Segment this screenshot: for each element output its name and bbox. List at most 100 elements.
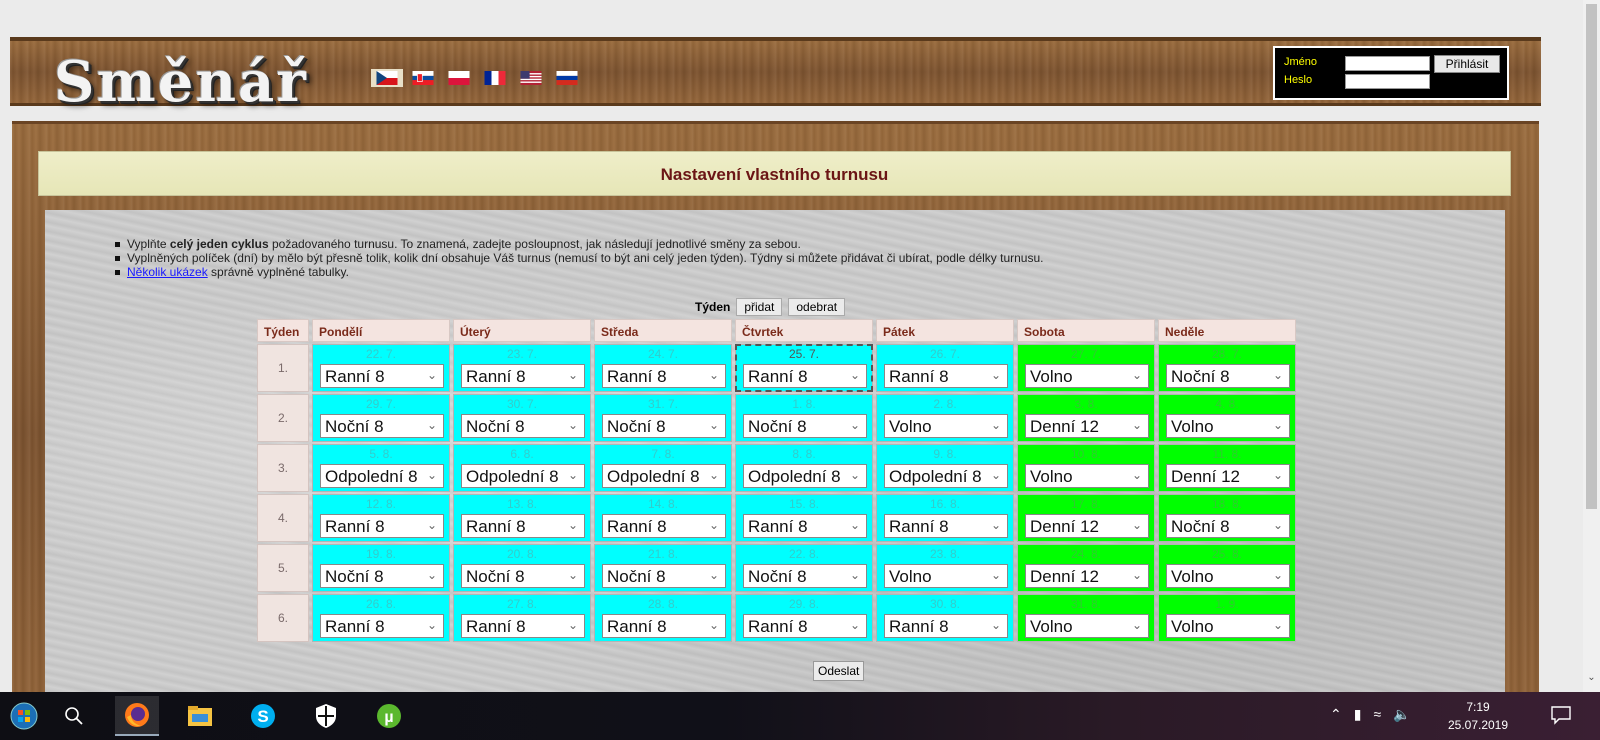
shift-select[interactable]: Noční 8 ⌄ xyxy=(320,414,444,438)
shift-select[interactable]: Ranní 8 ⌄ xyxy=(320,514,444,538)
shift-select[interactable]: Volno ⌄ xyxy=(1166,614,1290,638)
volume-icon[interactable]: 🔈 xyxy=(1393,706,1410,723)
day-date: 4. 8. xyxy=(1215,397,1239,411)
svg-text:µ: µ xyxy=(384,709,393,726)
shift-select[interactable]: Denní 12 ⌄ xyxy=(1025,514,1149,538)
scrollbar-thumb[interactable] xyxy=(1586,4,1597,509)
scroll-down-arrow-icon[interactable]: ⌄ xyxy=(1583,672,1600,686)
day-cell: 11. 8. Denní 12 ⌄ xyxy=(1158,444,1296,492)
shift-select[interactable]: Odpolední 8 ⌄ xyxy=(884,464,1008,488)
shift-select[interactable]: Odpolední 8 ⌄ xyxy=(320,464,444,488)
shift-select[interactable]: Ranní 8 ⌄ xyxy=(884,614,1008,638)
shift-select[interactable]: Noční 8 ⌄ xyxy=(743,414,867,438)
shift-select[interactable]: Volno ⌄ xyxy=(884,564,1008,588)
shift-select[interactable]: Noční 8 ⌄ xyxy=(743,564,867,588)
shift-select[interactable]: Volno ⌄ xyxy=(884,414,1008,438)
shift-select[interactable]: Ranní 8 ⌄ xyxy=(743,364,867,388)
shift-select[interactable]: Volno ⌄ xyxy=(1025,614,1149,638)
chevron-down-icon: ⌄ xyxy=(708,518,719,532)
notification-center-icon[interactable] xyxy=(1550,704,1572,726)
chevron-down-icon: ⌄ xyxy=(849,568,860,582)
chevron-down-icon: ⌄ xyxy=(567,618,578,632)
chevron-down-icon: ⌄ xyxy=(849,618,860,632)
shift-select[interactable]: Volno ⌄ xyxy=(1025,464,1149,488)
shift-select[interactable]: Denní 12 ⌄ xyxy=(1025,564,1149,588)
shift-select[interactable]: Ranní 8 ⌄ xyxy=(602,614,726,638)
czech-flag-icon[interactable] xyxy=(371,69,403,87)
shift-select[interactable]: Volno ⌄ xyxy=(1166,414,1290,438)
shift-select[interactable]: Noční 8 ⌄ xyxy=(602,564,726,588)
polish-flag-icon[interactable] xyxy=(443,69,475,87)
day-date: 30. 8. xyxy=(929,597,961,611)
shift-select[interactable]: Noční 8 ⌄ xyxy=(461,564,585,588)
shift-select[interactable]: Ranní 8 ⌄ xyxy=(602,364,726,388)
shift-select[interactable]: Ranní 8 ⌄ xyxy=(743,514,867,538)
shift-value: Denní 12 xyxy=(1030,567,1099,586)
shift-select[interactable]: Ranní 8 ⌄ xyxy=(884,364,1008,388)
submit-button[interactable]: Odeslat xyxy=(813,661,865,681)
shift-select[interactable]: Noční 8 ⌄ xyxy=(602,414,726,438)
shift-value: Volno xyxy=(1030,617,1073,636)
shift-select[interactable]: Noční 8 ⌄ xyxy=(1166,514,1290,538)
remove-week-button[interactable]: odebrat xyxy=(788,298,846,316)
vertical-scrollbar[interactable]: ⌄ xyxy=(1583,0,1600,692)
table-row: 2. 29. 7. Noční 8 ⌄ 30. 7. Noční 8 ⌄ 31. 7. Nočn… xyxy=(257,394,1299,442)
shift-select[interactable]: Denní 12 ⌄ xyxy=(1166,464,1290,488)
windows-start-icon[interactable] xyxy=(2,696,46,736)
shift-select[interactable]: Odpolední 8 ⌄ xyxy=(743,464,867,488)
shift-select[interactable]: Noční 8 ⌄ xyxy=(461,414,585,438)
firefox-icon[interactable] xyxy=(115,696,159,736)
site-header: Směnář Jméno Heslo Přihlásit xyxy=(10,37,1541,115)
day-cell: 29. 8. Ranní 8 ⌄ xyxy=(735,594,873,642)
shift-select[interactable]: Ranní 8 ⌄ xyxy=(320,364,444,388)
title-bar: Nastavení vlastního turnusu xyxy=(38,151,1511,196)
shift-select[interactable]: Volno ⌄ xyxy=(1025,364,1149,388)
chevron-down-icon: ⌄ xyxy=(567,518,578,532)
shift-select[interactable]: Noční 8 ⌄ xyxy=(320,564,444,588)
shift-select[interactable]: Ranní 8 ⌄ xyxy=(461,514,585,538)
skype-icon[interactable]: S xyxy=(241,696,285,736)
shift-select[interactable]: Ranní 8 ⌄ xyxy=(461,614,585,638)
login-button[interactable]: Přihlásit xyxy=(1434,55,1500,73)
shift-select[interactable]: Volno ⌄ xyxy=(1166,564,1290,588)
shift-value: Ranní 8 xyxy=(607,617,667,636)
shift-value: Volno xyxy=(1030,467,1073,486)
examples-link[interactable]: Několik ukázek xyxy=(127,265,208,279)
day-cell: 20. 8. Noční 8 ⌄ xyxy=(453,544,591,592)
shift-select[interactable]: Denní 12 ⌄ xyxy=(1025,414,1149,438)
slovak-flag-icon[interactable] xyxy=(407,69,439,87)
shift-select[interactable]: Ranní 8 ⌄ xyxy=(884,514,1008,538)
shift-select[interactable]: Ranní 8 ⌄ xyxy=(461,364,585,388)
file-explorer-icon[interactable] xyxy=(178,696,222,736)
shift-select[interactable]: Ranní 8 ⌄ xyxy=(320,614,444,638)
us-flag-icon[interactable] xyxy=(515,69,547,87)
wifi-icon[interactable]: ≈ xyxy=(1373,706,1381,723)
battery-icon[interactable]: ▮ xyxy=(1354,706,1362,723)
day-cell: 9. 8. Odpolední 8 ⌄ xyxy=(876,444,1014,492)
site-logo[interactable]: Směnář xyxy=(54,49,308,115)
security-shield-icon[interactable] xyxy=(304,696,348,736)
shift-select[interactable]: Odpolední 8 ⌄ xyxy=(602,464,726,488)
french-flag-icon[interactable] xyxy=(479,69,511,87)
week-controls: Týden přidat odebrat xyxy=(695,298,846,316)
password-input[interactable] xyxy=(1345,74,1430,89)
search-icon[interactable] xyxy=(52,696,96,736)
shift-select[interactable]: Ranní 8 ⌄ xyxy=(602,514,726,538)
name-input[interactable] xyxy=(1345,56,1430,71)
shift-select[interactable]: Odpolední 8 ⌄ xyxy=(461,464,585,488)
chevron-down-icon: ⌄ xyxy=(1272,568,1283,582)
chevron-up-icon[interactable]: ⌃ xyxy=(1330,706,1342,723)
shift-value: Volno xyxy=(1171,417,1214,436)
shift-value: Ranní 8 xyxy=(325,517,385,536)
chevron-down-icon: ⌄ xyxy=(990,618,1001,632)
shift-select[interactable]: Ranní 8 ⌄ xyxy=(743,614,867,638)
day-cell: 3. 8. Denní 12 ⌄ xyxy=(1017,394,1155,442)
utorrent-icon[interactable]: µ xyxy=(367,696,411,736)
chevron-down-icon: ⌄ xyxy=(567,368,578,382)
system-clock[interactable]: 7:19 25.07.2019 xyxy=(1440,698,1516,734)
add-week-button[interactable]: přidat xyxy=(736,298,783,316)
russian-flag-icon[interactable] xyxy=(551,69,583,87)
chevron-down-icon: ⌄ xyxy=(1272,618,1283,632)
shift-select[interactable]: Noční 8 ⌄ xyxy=(1166,364,1290,388)
chevron-down-icon: ⌄ xyxy=(567,568,578,582)
